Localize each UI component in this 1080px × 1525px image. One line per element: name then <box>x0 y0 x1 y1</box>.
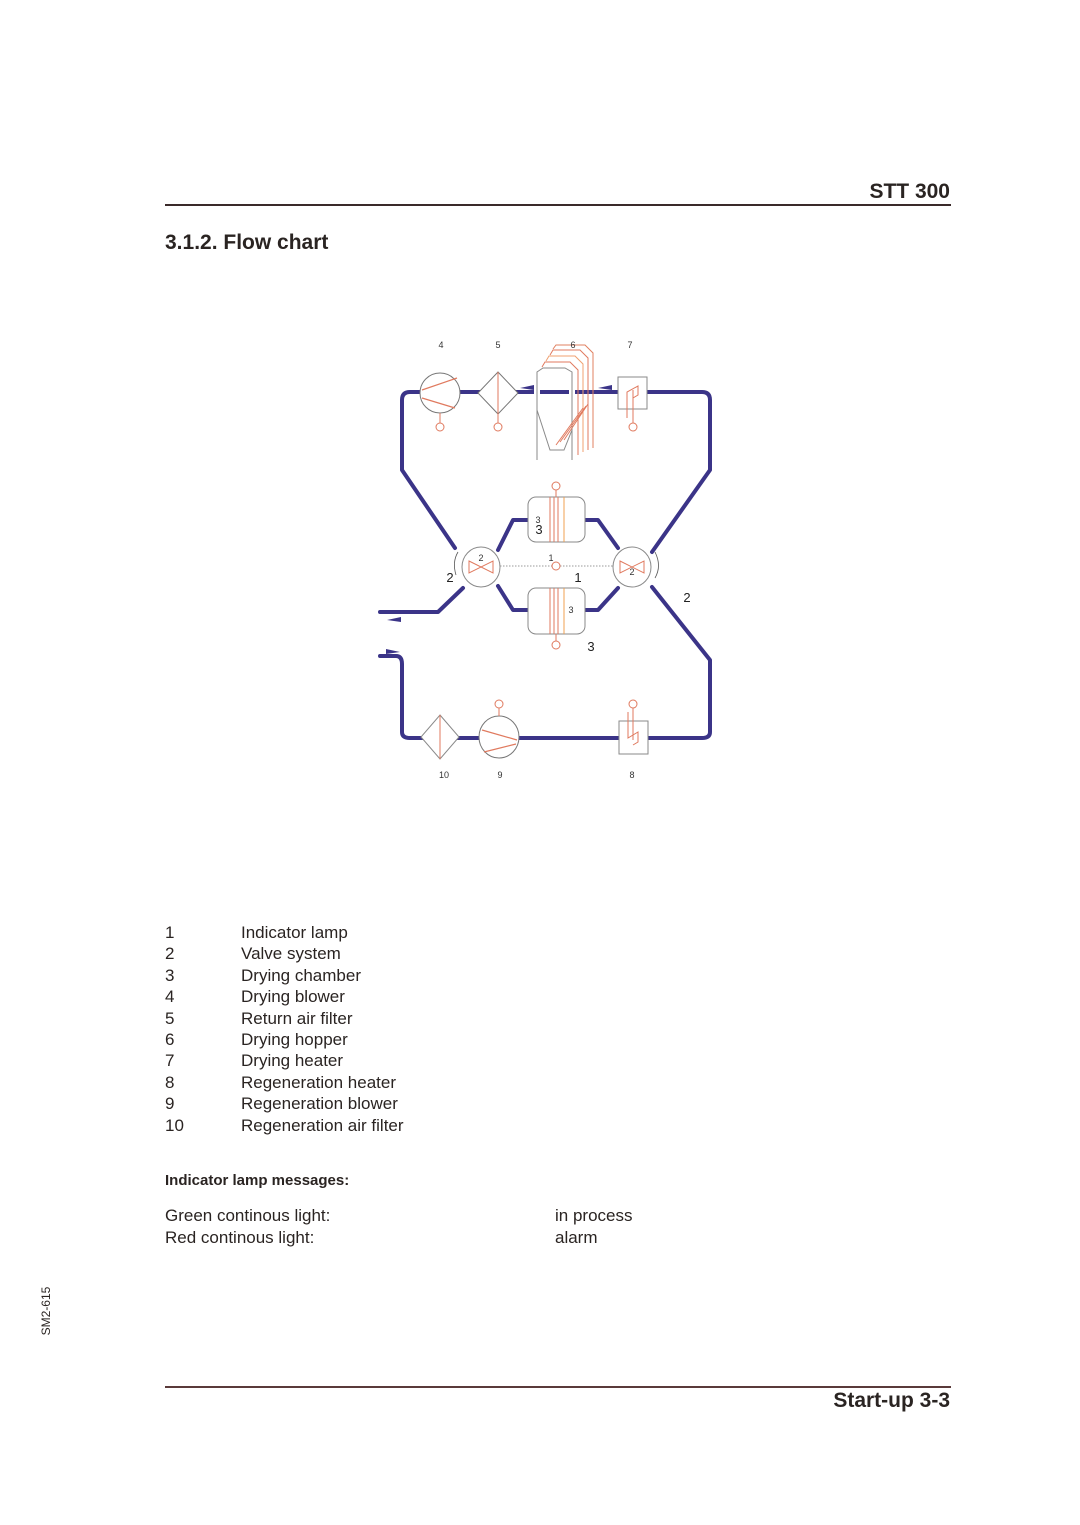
lamp-message-value: in process <box>555 1206 633 1225</box>
legend-number: 6 <box>165 1030 175 1050</box>
label-regeneration-blower: 9 <box>497 770 502 780</box>
legend-label: Drying hopper <box>241 1030 348 1050</box>
chamber-top-pipe-right <box>583 518 620 550</box>
label-chamber-top-outer: 3 <box>535 522 542 537</box>
regeneration-heater-icon <box>618 699 649 755</box>
lamp-messages-title: Indicator lamp messages: <box>165 1172 350 1189</box>
drying-chamber-bottom-icon <box>527 587 586 650</box>
label-drying-blower: 4 <box>438 340 443 350</box>
legend-label: Drying heater <box>241 1051 344 1071</box>
legend-label: Indicator lamp <box>241 923 348 942</box>
chamber-top-pipe-left <box>496 518 530 552</box>
page-label: Start-up 3-3 <box>833 1389 950 1412</box>
legend-item: 2 Valve system <box>165 943 404 964</box>
legend-label: Regeneration heater <box>241 1072 397 1092</box>
legend-label: Regeneration air filter <box>241 1115 404 1135</box>
label-valve-left-outer: 2 <box>446 570 453 585</box>
legend-label: Return air filter <box>241 1008 353 1028</box>
legend-number: 8 <box>165 1072 175 1092</box>
component-legend: 1 Indicator lamp 2 Valve system 3 Drying ch… <box>165 922 404 1136</box>
lamp-message-label: Red continous light: <box>165 1227 315 1247</box>
label-chamber-bottom-inner: 3 <box>568 605 573 615</box>
indicator-lamp-icon <box>551 561 561 571</box>
legend-label: Regeneration blower <box>241 1094 398 1114</box>
model-title: STT 300 <box>869 180 950 203</box>
lamp-message-value: alarm <box>555 1227 598 1247</box>
legend-label: Drying chamber <box>241 965 361 985</box>
label-drying-heater: 7 <box>627 340 632 350</box>
chamber-bottom-pipe-left <box>496 584 530 612</box>
regeneration-blower-icon <box>478 699 520 759</box>
label-valve-left-inner: 2 <box>478 553 483 563</box>
footer-rule <box>165 1386 951 1388</box>
flow-chart-diagram: 4 5 6 7 10 9 8 2 2 1 3 3 2 2 1 3 3 <box>378 340 712 780</box>
valve-left-icon <box>454 546 501 588</box>
regeneration-air-filter-icon <box>420 714 460 760</box>
legend-label: Valve system <box>241 944 341 964</box>
document-code: SM2-615 <box>39 1286 53 1336</box>
legend-number: 3 <box>165 965 175 985</box>
header-rule <box>165 204 951 206</box>
label-regeneration-heater: 8 <box>629 770 634 780</box>
legend-item: 5 Return air filter <box>165 1008 404 1029</box>
legend-item: 1 Indicator lamp <box>165 922 404 943</box>
lamp-messages: Green continous light: in process Red con… <box>165 1205 632 1248</box>
legend-number: 4 <box>165 987 175 1007</box>
legend-item: 9 Regeneration blower <box>165 1093 404 1114</box>
drying-hopper-icon <box>534 344 594 460</box>
process-inlet-pipe <box>378 586 465 614</box>
label-chamber-bottom-outer: 3 <box>587 639 594 654</box>
legend-item: 10 Regeneration air filter <box>165 1115 404 1136</box>
legend-number: 9 <box>165 1094 175 1114</box>
label-valve-right-inner: 2 <box>629 567 634 577</box>
lamp-message-row: Red continous light: alarm <box>165 1227 632 1249</box>
label-return-air-filter: 5 <box>495 340 500 350</box>
legend-item: 8 Regeneration heater <box>165 1072 404 1093</box>
legend-item: 4 Drying blower <box>165 986 404 1007</box>
label-lamp-outer: 1 <box>574 570 581 585</box>
legend-number: 7 <box>165 1051 175 1071</box>
legend-item: 6 Drying hopper <box>165 1029 404 1050</box>
legend-item: 3 Drying chamber <box>165 965 404 986</box>
drying-heater-icon <box>617 376 648 432</box>
label-drying-hopper: 6 <box>570 340 575 350</box>
drying-blower-icon <box>419 372 461 432</box>
return-air-filter-icon <box>477 371 519 432</box>
arrow-icon <box>386 649 400 654</box>
arrow-icon <box>598 385 612 390</box>
label-lamp-inner: 1 <box>548 553 553 563</box>
label-regeneration-air-filter: 10 <box>439 770 449 780</box>
chamber-bottom-pipe-right <box>583 586 620 612</box>
legend-number: 1 <box>165 923 175 942</box>
label-valve-right-outer: 2 <box>683 590 690 605</box>
legend-item: 7 Drying heater <box>165 1050 404 1071</box>
legend-label: Drying blower <box>241 987 345 1007</box>
legend-number: 5 <box>165 1008 175 1028</box>
legend-number: 10 <box>165 1115 184 1135</box>
arrow-icon <box>387 617 401 622</box>
lamp-message-label: Green continous light: <box>165 1206 331 1225</box>
lamp-message-row: Green continous light: in process <box>165 1205 632 1227</box>
section-title: 3.1.2. Flow chart <box>165 231 329 254</box>
legend-number: 2 <box>165 944 175 964</box>
air-pipes <box>378 390 712 740</box>
arrow-icon <box>520 385 534 390</box>
